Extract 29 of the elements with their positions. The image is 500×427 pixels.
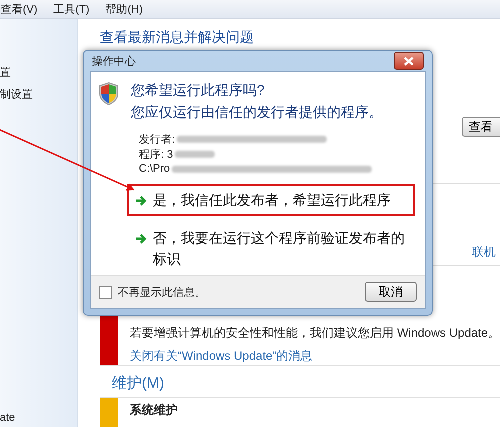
dialog-title: 操作中心	[92, 54, 136, 69]
menu-item[interactable]: 工具(T)	[52, 2, 91, 16]
cancel-button[interactable]: 取消	[365, 282, 417, 302]
detail-label: 程序: 3	[139, 148, 174, 162]
arrow-icon	[135, 195, 147, 208]
arrow-icon	[135, 233, 147, 246]
checkbox[interactable]	[99, 286, 112, 298]
option-link[interactable]: 是，我信任此发布者，希望运行此程序	[127, 184, 415, 216]
sidebar-link[interactable]: 制设置	[0, 87, 77, 102]
message-text: 若要增强计算机的安全性和性能，我们建议您启用 Windows Update。	[130, 325, 500, 342]
online-link[interactable]: 联机	[472, 244, 500, 261]
dismiss-link[interactable]: 关闭有关“Windows Update”的消息	[130, 348, 313, 365]
section-title: 查看最新消息并解决问题	[100, 29, 255, 47]
option-link[interactable]: 否，我要在运行这个程序前验证发布者的标识	[127, 222, 415, 275]
menu-item[interactable]: 帮助(H)	[104, 2, 144, 16]
view-button[interactable]: 查看	[462, 117, 500, 137]
menu-item[interactable]: 查看(V)	[0, 2, 39, 16]
checkbox-label: 不再显示此信息。	[118, 286, 207, 300]
close-icon	[404, 56, 414, 66]
dialog-heading: 您希望运行此程序吗?	[131, 82, 266, 100]
sidebar-link[interactable]: 置	[0, 65, 77, 80]
detail-label: C:\Pro	[139, 163, 170, 176]
section-heading: 维护(M)	[112, 374, 166, 393]
shield-icon	[99, 82, 119, 106]
close-button[interactable]	[394, 52, 424, 70]
detail-label: 发行者:	[139, 132, 176, 147]
dialog-heading: 您应仅运行由信任的发行者提供的程序。	[131, 104, 383, 122]
sidebar-link[interactable]: ate	[0, 412, 77, 424]
item-title: 系统维护	[130, 402, 178, 419]
